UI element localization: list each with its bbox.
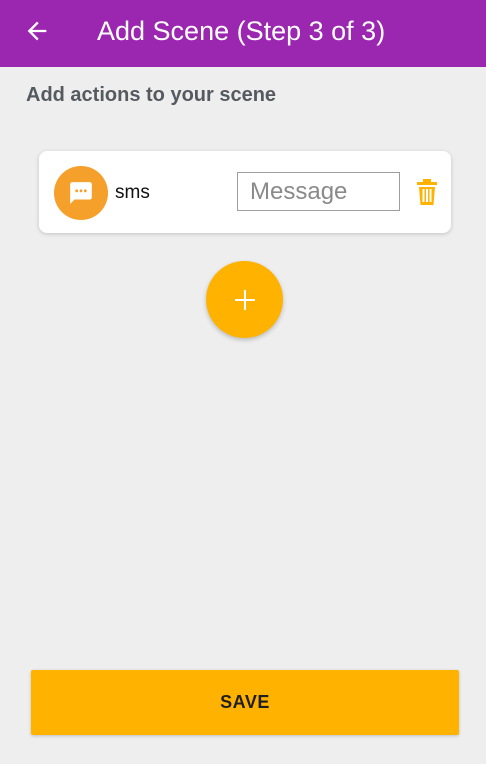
app-bar: Add Scene (Step 3 of 3) [0,0,486,67]
delete-action-button[interactable] [416,179,438,205]
action-card: sms [39,151,451,233]
arrow-left-icon [27,21,47,41]
action-avatar [54,166,108,220]
add-action-button[interactable] [206,261,283,338]
page-title: Add Scene (Step 3 of 3) [97,16,386,46]
plus-icon [234,289,255,310]
message-input[interactable] [237,172,400,211]
back-button[interactable] [20,14,54,48]
trash-icon [417,179,437,205]
section-subtitle: Add actions to your scene [26,84,277,106]
save-button[interactable]: SAVE [31,670,459,735]
action-name: sms [115,182,150,203]
chat-bubble-icon [70,182,92,204]
